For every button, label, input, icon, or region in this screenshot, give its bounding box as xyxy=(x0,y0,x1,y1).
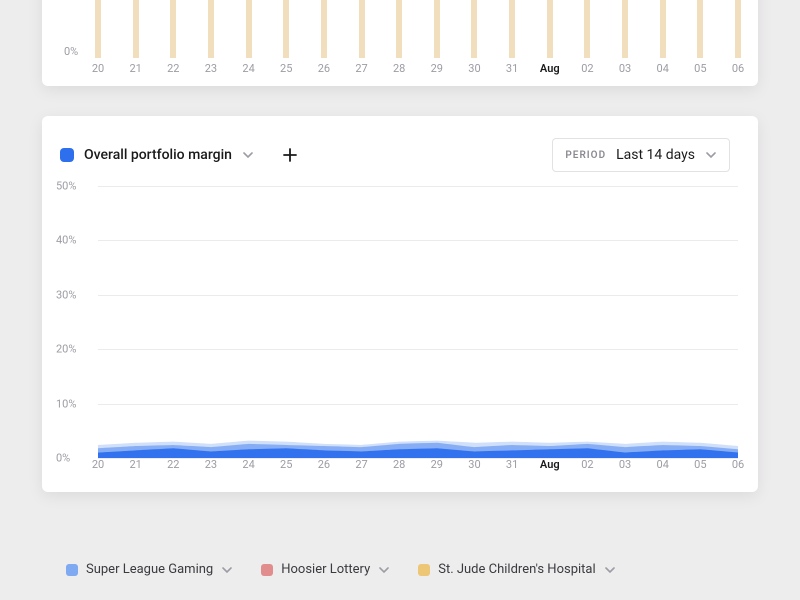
x-tick: 21 xyxy=(129,458,141,471)
bar xyxy=(208,0,214,58)
top-x-axis: 202122232425262728293031Aug0203040506 xyxy=(98,62,738,80)
x-tick: 31 xyxy=(506,458,518,471)
x-axis: 202122232425262728293031Aug0203040506 xyxy=(98,458,738,476)
y-tick: 50% xyxy=(56,180,76,193)
bar xyxy=(622,0,628,58)
x-tick: 20 xyxy=(92,458,104,471)
chart-area: 50%40%30%20%10%0% 2021222324252627282930… xyxy=(56,186,744,482)
x-tick: 29 xyxy=(431,62,443,75)
area-plot xyxy=(98,186,738,458)
x-tick: 26 xyxy=(318,62,330,75)
bar xyxy=(547,0,553,58)
bar xyxy=(471,0,477,58)
y-tick-zero: 0% xyxy=(64,45,78,58)
x-tick: 06 xyxy=(732,458,744,471)
x-tick: 04 xyxy=(657,62,669,75)
bar xyxy=(735,0,741,58)
x-tick: 23 xyxy=(205,62,217,75)
x-tick: 24 xyxy=(242,62,254,75)
chevron-down-icon xyxy=(705,149,717,161)
x-tick: 28 xyxy=(393,458,405,471)
portfolio-margin-card: Overall portfolio margin PERIOD Last 14 … xyxy=(42,116,758,492)
x-tick: 24 xyxy=(242,458,254,471)
metric-group: Overall portfolio margin xyxy=(60,141,304,169)
bar xyxy=(133,0,139,58)
period-label: PERIOD xyxy=(565,150,606,161)
x-tick: 22 xyxy=(167,62,179,75)
period-dropdown[interactable]: PERIOD Last 14 days xyxy=(552,138,730,172)
metric-label: Overall portfolio margin xyxy=(84,147,232,163)
bar xyxy=(660,0,666,58)
x-tick: Aug xyxy=(540,458,560,471)
legend-item[interactable]: Hoosier Lottery xyxy=(261,562,390,577)
top-bar-plot xyxy=(98,0,738,58)
x-tick: 05 xyxy=(694,458,706,471)
bar xyxy=(321,0,327,58)
x-tick: 27 xyxy=(355,458,367,471)
bar xyxy=(170,0,176,58)
bar xyxy=(697,0,703,58)
legend-item[interactable]: Super League Gaming xyxy=(66,562,233,577)
series-legend: Super League Gaming Hoosier Lottery St. Ju… xyxy=(42,542,758,597)
chevron-down-icon xyxy=(604,564,616,576)
legend-label: Hoosier Lottery xyxy=(281,562,370,577)
x-tick: 29 xyxy=(431,458,443,471)
x-tick: 22 xyxy=(167,458,179,471)
legend-label: St. Jude Children's Hospital xyxy=(438,562,595,577)
y-tick: 30% xyxy=(56,288,76,301)
bar xyxy=(95,0,101,58)
x-tick: 05 xyxy=(694,62,706,75)
bar xyxy=(434,0,440,58)
x-tick: 06 xyxy=(732,62,744,75)
metric-selector[interactable]: Overall portfolio margin xyxy=(60,147,254,163)
y-tick: 40% xyxy=(56,234,76,247)
chevron-down-icon xyxy=(242,149,254,161)
chevron-down-icon xyxy=(378,564,390,576)
x-tick: 02 xyxy=(581,458,593,471)
x-tick: 27 xyxy=(355,62,367,75)
x-tick: 30 xyxy=(468,62,480,75)
bar xyxy=(396,0,402,58)
bar xyxy=(246,0,252,58)
x-tick: 26 xyxy=(318,458,330,471)
y-tick: 10% xyxy=(56,397,76,410)
legend-swatch xyxy=(66,564,78,576)
chevron-down-icon xyxy=(221,564,233,576)
previous-chart-card: 0% 20 21 22 23 24 25 26 27 28 29 30 31 Aug 02 03 04 05 06 xyxy=(42,0,758,86)
card-header: Overall portfolio margin PERIOD Last 14 … xyxy=(42,116,758,172)
x-tick: 02 xyxy=(581,62,593,75)
add-metric-button[interactable] xyxy=(276,141,304,169)
bar xyxy=(359,0,365,58)
y-tick: 0% xyxy=(56,452,70,465)
x-tick: 04 xyxy=(657,458,669,471)
period-value: Last 14 days xyxy=(616,147,695,163)
legend-swatch xyxy=(261,564,273,576)
x-tick: 23 xyxy=(205,458,217,471)
y-tick: 20% xyxy=(56,343,76,356)
x-tick: 28 xyxy=(393,62,405,75)
x-tick: 03 xyxy=(619,62,631,75)
x-tick: 25 xyxy=(280,458,292,471)
x-tick: Aug xyxy=(540,62,560,75)
x-tick: 20 xyxy=(92,62,104,75)
legend-label: Super League Gaming xyxy=(86,562,213,577)
x-tick: 03 xyxy=(619,458,631,471)
legend-item[interactable]: St. Jude Children's Hospital xyxy=(418,562,615,577)
x-tick: 30 xyxy=(468,458,480,471)
x-tick: 31 xyxy=(506,62,518,75)
bar xyxy=(584,0,590,58)
bar xyxy=(283,0,289,58)
legend-swatch xyxy=(418,564,430,576)
metric-swatch xyxy=(60,148,74,162)
bar xyxy=(509,0,515,58)
x-tick: 25 xyxy=(280,62,292,75)
x-tick: 21 xyxy=(129,62,141,75)
